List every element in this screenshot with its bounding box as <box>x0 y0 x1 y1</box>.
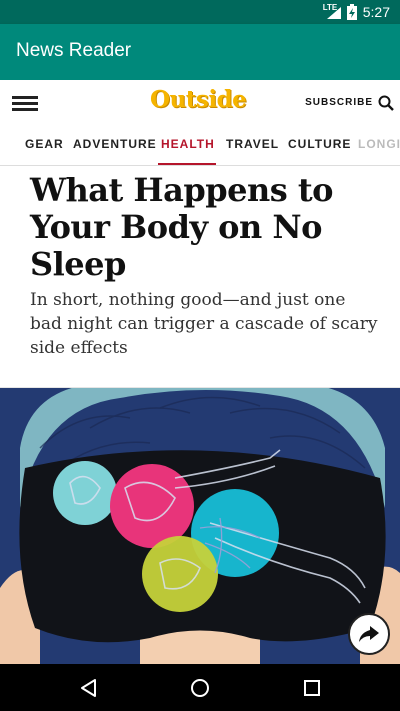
menu-icon[interactable] <box>12 96 38 112</box>
share-arrow-icon <box>359 626 379 642</box>
nav-item-adventure[interactable]: ADVENTURE <box>73 137 157 151</box>
home-icon[interactable] <box>188 676 212 700</box>
article-dek: In short, nothing good—and just one bad … <box>30 290 378 358</box>
site-header: Outside SUBSCRIBE <box>0 80 400 126</box>
hero-illustration <box>0 388 400 664</box>
share-button[interactable] <box>348 613 390 655</box>
clock: 5:27 <box>362 4 390 20</box>
system-nav-bar <box>0 664 400 711</box>
subscribe-link[interactable]: SUBSCRIBE <box>305 97 373 108</box>
site-logo[interactable]: Outside <box>150 86 247 113</box>
nav-item-longform[interactable]: LONGI <box>358 137 400 151</box>
search-icon[interactable] <box>378 95 394 111</box>
nav-item-health[interactable]: HEALTH <box>161 137 215 151</box>
status-bar: LTE 5:27 <box>0 0 400 24</box>
battery-charging-icon <box>346 4 357 20</box>
app-title: News Reader <box>16 40 132 61</box>
lte-signal-icon: LTE <box>323 3 341 19</box>
recents-icon[interactable] <box>300 676 324 700</box>
nav-item-gear[interactable]: GEAR <box>25 137 64 151</box>
article-headline: What Happens to Your Body on No Sleep <box>30 171 333 283</box>
back-icon[interactable] <box>77 676 101 700</box>
nav-item-travel[interactable]: TRAVEL <box>226 137 279 151</box>
article-header: What Happens to Your Body on No Sleep In… <box>0 166 400 388</box>
app-bar: News Reader <box>0 24 400 80</box>
status-icons: LTE 5:27 <box>323 0 390 24</box>
nav-item-culture[interactable]: CULTURE <box>288 137 351 151</box>
section-nav: GEAR ADVENTURE HEALTH TRAVEL CULTURE LON… <box>0 126 400 166</box>
